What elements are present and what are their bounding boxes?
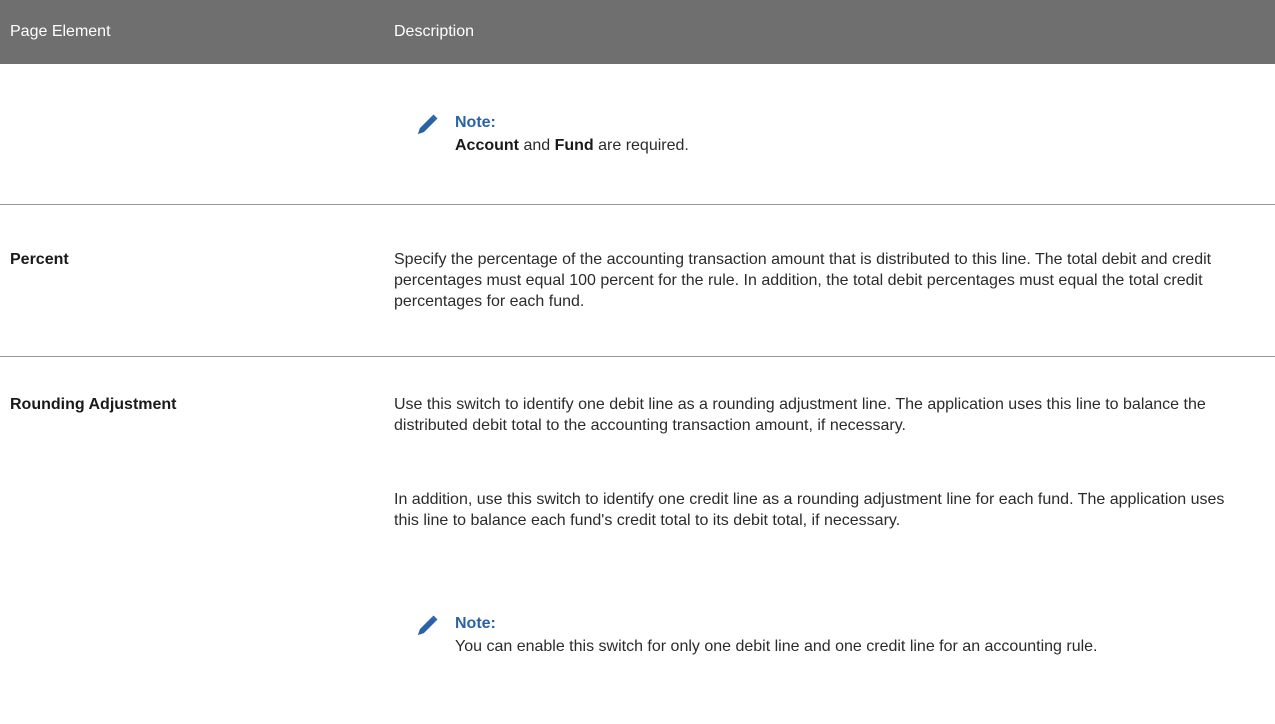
note-text: Account and Fund are required. — [455, 135, 689, 156]
pencil-icon — [418, 114, 438, 134]
row-description-rounding-p2: In addition, use this switch to identify… — [394, 491, 1225, 529]
term-account: Account — [455, 137, 519, 154]
column-header-description: Description — [394, 23, 475, 40]
note-joiner: and — [519, 137, 555, 154]
note-callout: Note: Account and Fund are required. — [415, 112, 1215, 158]
row-divider — [0, 204, 1275, 205]
column-header-page-element: Page Element — [10, 23, 111, 40]
row-divider — [0, 356, 1275, 357]
row-element-percent: Percent — [10, 251, 69, 268]
row-element-rounding-adjustment: Rounding Adjustment — [10, 396, 177, 413]
note-tail: are required. — [593, 137, 689, 154]
note-text: You can enable this switch for only one … — [455, 638, 1098, 655]
note-callout: Note: You can enable this switch for onl… — [415, 613, 1135, 683]
row-description-rounding-p1: Use this switch to identify one debit li… — [394, 396, 1206, 434]
note-title: Note: — [455, 114, 496, 131]
row-description-percent: Specify the percentage of the accounting… — [394, 251, 1212, 310]
term-fund: Fund — [554, 137, 594, 154]
table-header: Page Element Description — [0, 0, 1275, 64]
pencil-icon — [418, 615, 438, 635]
note-title: Note: — [455, 615, 496, 632]
